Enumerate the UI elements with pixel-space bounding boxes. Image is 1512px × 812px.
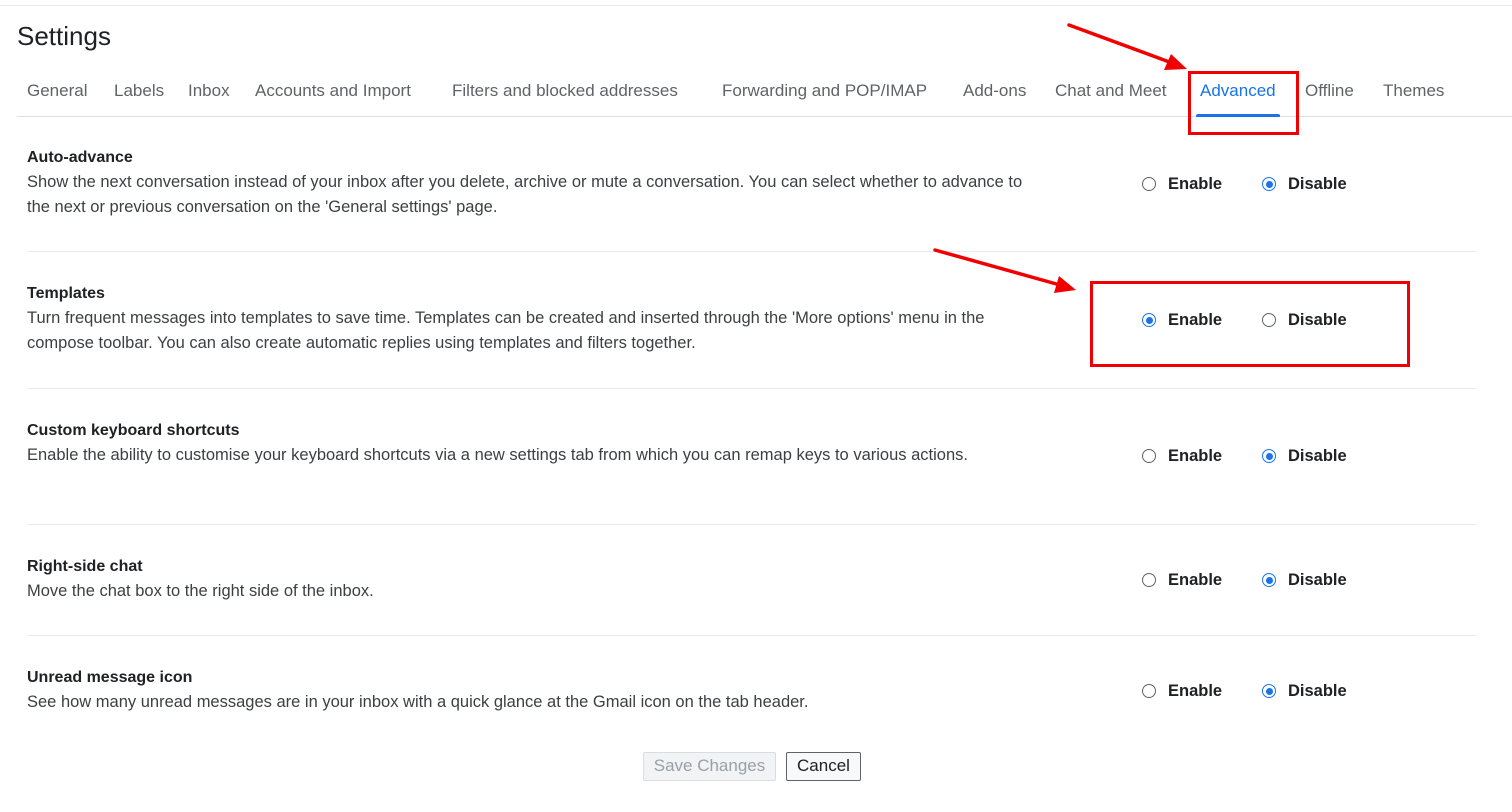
right-side-chat-enable-option[interactable]: Enable (1142, 569, 1222, 591)
keyboard-shortcuts-disable-option[interactable]: Disable (1262, 445, 1347, 467)
unread-icon-disable-option[interactable]: Disable (1262, 680, 1347, 702)
radio-checked-icon[interactable] (1262, 449, 1276, 463)
setting-title: Custom keyboard shortcuts (27, 422, 240, 439)
save-changes-button: Save Changes (643, 752, 776, 781)
setting-custom-keyboard-shortcuts: Custom keyboard shortcuts Enable the abi… (27, 419, 1477, 468)
top-divider (0, 5, 1512, 6)
tab-forwarding-and-pop-imap[interactable]: Forwarding and POP/IMAP (712, 79, 937, 115)
option-label: Enable (1168, 681, 1223, 700)
tab-general[interactable]: General (17, 79, 97, 115)
settings-page: Settings General Labels Inbox Accounts a… (0, 0, 1512, 812)
setting-description: Move the chat box to the right side of t… (27, 582, 374, 600)
radio-checked-icon[interactable] (1262, 177, 1276, 191)
radio-unchecked-icon[interactable] (1142, 449, 1156, 463)
radio-unchecked-icon[interactable] (1142, 177, 1156, 191)
tab-themes[interactable]: Themes (1373, 79, 1454, 115)
tab-inbox[interactable]: Inbox (178, 79, 240, 115)
unread-icon-enable-option[interactable]: Enable (1142, 680, 1222, 702)
radio-unchecked-icon[interactable] (1142, 573, 1156, 587)
option-label: Enable (1168, 570, 1223, 589)
row-divider (27, 635, 1477, 636)
tab-add-ons[interactable]: Add-ons (953, 79, 1036, 115)
row-divider (27, 251, 1477, 252)
cancel-button[interactable]: Cancel (786, 752, 861, 781)
setting-description: Show the next conversation instead of yo… (27, 173, 1023, 216)
keyboard-shortcuts-enable-option[interactable]: Enable (1142, 445, 1222, 467)
option-label: Enable (1168, 174, 1223, 193)
option-label: Disable (1288, 446, 1347, 465)
tab-accounts-and-import[interactable]: Accounts and Import (245, 79, 421, 115)
tab-offline[interactable]: Offline (1295, 79, 1364, 115)
setting-title: Unread message icon (27, 669, 193, 686)
annotation-box-templates-options (1090, 281, 1410, 367)
option-label: Enable (1168, 446, 1223, 465)
setting-right-side-chat: Right-side chat Move the chat box to the… (27, 555, 1477, 604)
option-label: Disable (1288, 174, 1347, 193)
tab-filters-and-blocked-addresses[interactable]: Filters and blocked addresses (442, 79, 688, 115)
row-divider (27, 388, 1477, 389)
row-divider (27, 524, 1477, 525)
radio-checked-icon[interactable] (1262, 573, 1276, 587)
option-label: Disable (1288, 570, 1347, 589)
annotation-arrow-to-advanced (1067, 23, 1187, 70)
radio-checked-icon[interactable] (1262, 684, 1276, 698)
setting-description: Turn frequent messages into templates to… (27, 309, 985, 352)
tab-labels[interactable]: Labels (104, 79, 174, 115)
setting-title: Auto-advance (27, 149, 133, 166)
setting-title: Right-side chat (27, 558, 143, 575)
option-label: Disable (1288, 681, 1347, 700)
auto-advance-enable-option[interactable]: Enable (1142, 173, 1222, 195)
setting-description: Enable the ability to customise your key… (27, 446, 968, 464)
setting-description: See how many unread messages are in your… (27, 693, 809, 711)
annotation-box-advanced-tab (1188, 71, 1299, 135)
setting-unread-message-icon: Unread message icon See how many unread … (27, 666, 1477, 715)
right-side-chat-disable-option[interactable]: Disable (1262, 569, 1347, 591)
tab-chat-and-meet[interactable]: Chat and Meet (1045, 79, 1177, 115)
setting-auto-advance: Auto-advance Show the next conversation … (27, 146, 1477, 220)
page-title: Settings (17, 21, 111, 51)
auto-advance-disable-option[interactable]: Disable (1262, 173, 1347, 195)
radio-unchecked-icon[interactable] (1142, 684, 1156, 698)
